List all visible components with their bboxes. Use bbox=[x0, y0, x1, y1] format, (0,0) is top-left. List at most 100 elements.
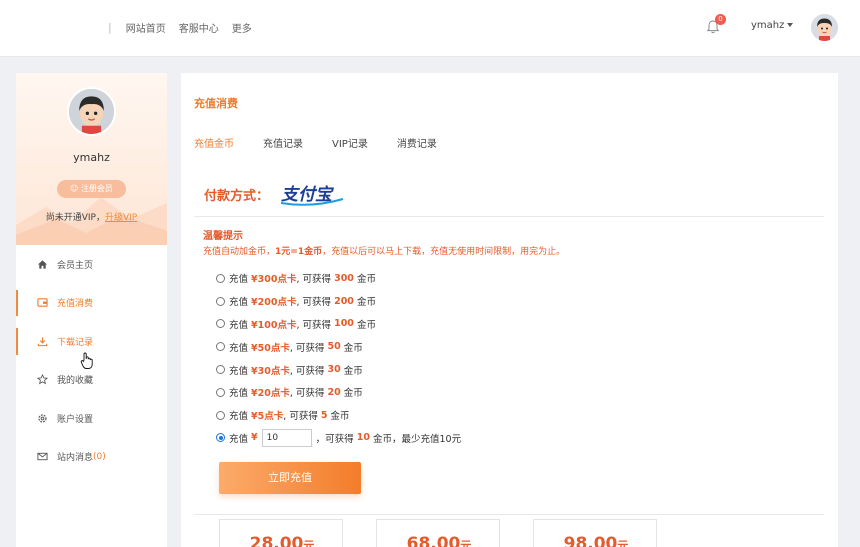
option-suffix: 金币，最少充值10元 bbox=[372, 433, 462, 445]
option-50[interactable]: 充值 ¥50点卡, 可获得 50 金币 bbox=[216, 335, 461, 358]
option-card: ¥50点卡 bbox=[251, 342, 290, 354]
gear-icon bbox=[36, 412, 48, 424]
option-20[interactable]: 充值 ¥20点卡, 可获得 20 金币 bbox=[216, 381, 461, 404]
option-100[interactable]: 充值 ¥100点卡, 可获得 100 金币 bbox=[216, 313, 461, 336]
sidebar-item-recharge[interactable]: 充值消费 bbox=[16, 284, 167, 323]
price-value: 68.00元 bbox=[377, 534, 499, 547]
header-avatar[interactable] bbox=[811, 14, 838, 41]
custom-amount-input[interactable] bbox=[261, 428, 312, 447]
sidebar-item-account-settings[interactable]: 账户设置 bbox=[16, 399, 167, 438]
option-300[interactable]: 充值 ¥300点卡, 可获得 300 金币 bbox=[216, 267, 461, 290]
top-header: | 网站首页 客服中心 更多 0 ymahz bbox=[0, 0, 860, 57]
option-mid: , 可获得 bbox=[296, 297, 332, 309]
profile-avatar[interactable] bbox=[67, 87, 116, 136]
sidebar-item-messages[interactable]: 站内消息 (0) bbox=[16, 438, 167, 477]
price-card-28[interactable]: 28.00元 bbox=[219, 519, 343, 547]
payment-method-row: 付款方式： 支付宝 bbox=[204, 181, 345, 207]
message-count: (0) bbox=[93, 451, 106, 462]
option-mid: , 可获得 bbox=[296, 319, 332, 331]
tab-recharge-coins[interactable]: 充值金币 bbox=[194, 135, 234, 150]
divider bbox=[194, 216, 824, 217]
user-menu[interactable]: ymahz bbox=[751, 20, 794, 31]
star-icon bbox=[36, 374, 48, 386]
tab-consumption-records[interactable]: 消费记录 bbox=[397, 135, 437, 150]
sidebar-item-label: 充值消费 bbox=[57, 299, 94, 310]
option-suffix: 金币 bbox=[343, 342, 363, 354]
avatar-illustration bbox=[69, 89, 114, 134]
option-custom[interactable]: 充值 ¥ ，可获得 10 金币，最少充值10元 bbox=[216, 427, 461, 450]
hand-cursor-icon bbox=[80, 352, 93, 369]
price-unit: 元 bbox=[460, 539, 472, 547]
price-unit: 元 bbox=[303, 539, 315, 547]
option-card: ¥20点卡 bbox=[251, 388, 290, 400]
sidebar-item-label: 下载记录 bbox=[57, 337, 94, 348]
sidebar-item-label: 我的收藏 bbox=[57, 376, 94, 387]
tab-vip-records[interactable]: VIP记录 bbox=[332, 135, 368, 150]
tip-rate: 1元=1金币 bbox=[275, 247, 323, 257]
option-prefix: 充值 bbox=[229, 297, 249, 309]
option-card: ¥5点卡 bbox=[251, 411, 284, 423]
option-coins: 100 bbox=[334, 318, 354, 330]
notification-badge: 0 bbox=[715, 14, 726, 25]
vip-status-text: 尚未开通VIP， bbox=[45, 213, 105, 223]
top-nav: | 网站首页 客服中心 更多 bbox=[108, 20, 265, 35]
price-amount: 98.00 bbox=[563, 534, 618, 547]
profile-username: ymahz bbox=[73, 151, 110, 164]
recharge-now-button[interactable]: 立即充值 bbox=[219, 462, 361, 494]
option-coins: 5 bbox=[320, 409, 328, 421]
recharge-options: 充值 ¥300点卡, 可获得 300 金币 充值 ¥200点卡, 可获得 200… bbox=[216, 267, 461, 449]
option-mid: ，可获得 bbox=[315, 433, 354, 445]
tip-body: 充值自动加金币，1元=1金币，充值以后可以马上下载，充值无使用时间限制，用完为止… bbox=[203, 244, 565, 257]
option-coins: 10 bbox=[356, 432, 370, 444]
sidebar-item-member-home[interactable]: 会员主页 bbox=[16, 245, 167, 284]
header-username: ymahz bbox=[751, 20, 785, 31]
option-30[interactable]: 充值 ¥30点卡, 可获得 30 金币 bbox=[216, 358, 461, 381]
price-amount: 28.00 bbox=[249, 534, 304, 547]
nav-link-home[interactable]: 网站首页 bbox=[126, 20, 166, 35]
sidebar-item-label: 账户设置 bbox=[57, 414, 94, 425]
mail-icon bbox=[36, 451, 48, 463]
tip-prefix: 充值自动加金币， bbox=[203, 247, 276, 257]
price-value: 28.00元 bbox=[220, 534, 342, 547]
option-coins: 30 bbox=[327, 364, 341, 376]
vip-status: 尚未开通VIP，升级VIP bbox=[16, 210, 167, 223]
option-coins: 200 bbox=[334, 295, 354, 307]
user-icon: ☺ bbox=[70, 184, 79, 193]
radio-button[interactable] bbox=[216, 319, 225, 329]
tab-recharge-records[interactable]: 充值记录 bbox=[263, 135, 303, 150]
radio-button[interactable] bbox=[216, 273, 225, 283]
tip-suffix: ，充值以后可以马上下载，充值无使用时间限制，用完为止。 bbox=[322, 247, 566, 257]
option-prefix: 充值 bbox=[229, 274, 249, 286]
price-card-68[interactable]: 68.00元 bbox=[376, 519, 500, 547]
price-card-98[interactable]: 98.00元 bbox=[533, 519, 657, 547]
option-suffix: 金币 bbox=[343, 388, 363, 400]
option-mid: , 可获得 bbox=[289, 388, 325, 400]
upgrade-vip-link[interactable]: 升级VIP bbox=[105, 213, 137, 223]
alipay-logo[interactable]: 支付宝 bbox=[279, 181, 345, 207]
option-coins: 20 bbox=[327, 386, 341, 398]
option-coins: 300 bbox=[334, 272, 354, 284]
option-suffix: 金币 bbox=[356, 297, 376, 309]
option-card: ¥300点卡 bbox=[251, 274, 297, 286]
price-amount: 68.00 bbox=[406, 534, 461, 547]
radio-button[interactable] bbox=[216, 365, 225, 375]
currency-symbol: ¥ bbox=[251, 432, 258, 444]
radio-button[interactable] bbox=[216, 296, 225, 306]
caret-down-icon bbox=[787, 23, 794, 27]
option-card: ¥30点卡 bbox=[251, 365, 290, 377]
option-5[interactable]: 充值 ¥5点卡, 可获得 5 金币 bbox=[216, 404, 461, 427]
radio-button[interactable] bbox=[216, 387, 225, 397]
divider bbox=[194, 514, 824, 515]
option-mid: , 可获得 bbox=[296, 274, 332, 286]
register-member-button[interactable]: ☺ 注册会员 bbox=[57, 180, 126, 198]
nav-link-service[interactable]: 客服中心 bbox=[179, 20, 219, 35]
payment-method-label: 付款方式： bbox=[204, 188, 270, 204]
radio-button[interactable] bbox=[216, 410, 225, 420]
radio-button[interactable] bbox=[216, 342, 225, 352]
option-200[interactable]: 充值 ¥200点卡, 可获得 200 金币 bbox=[216, 290, 461, 313]
radio-button-selected[interactable] bbox=[216, 433, 225, 443]
option-suffix: 金币 bbox=[330, 411, 350, 423]
nav-link-more[interactable]: 更多 bbox=[232, 20, 252, 35]
option-suffix: 金币 bbox=[356, 274, 376, 286]
option-card: ¥100点卡 bbox=[251, 319, 297, 331]
